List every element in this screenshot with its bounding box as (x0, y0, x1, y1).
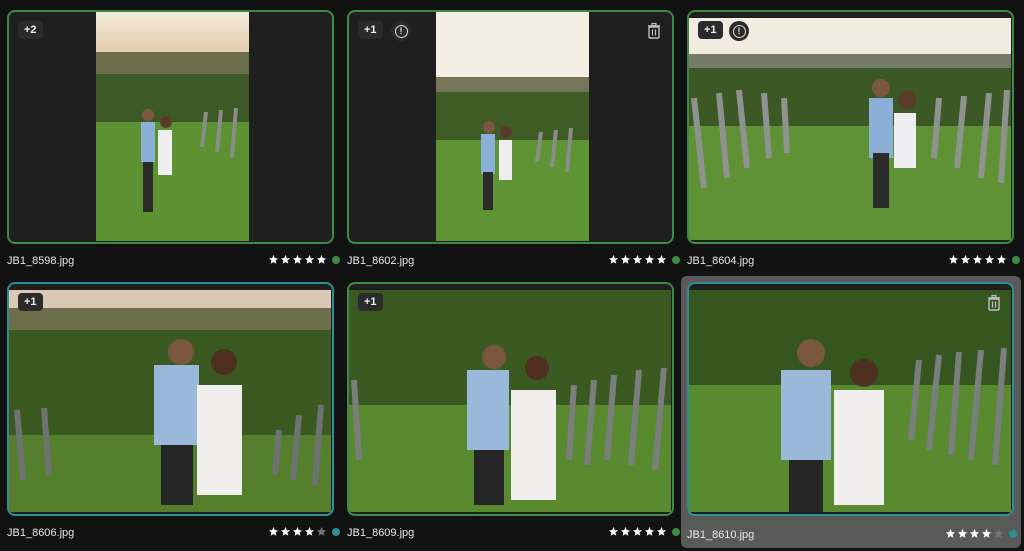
star-filled-icon[interactable] (632, 526, 643, 537)
photo-thumbnail[interactable] (349, 290, 671, 512)
color-label-dot[interactable] (332, 527, 340, 536)
star-rating[interactable] (948, 254, 1020, 265)
color-label-dot[interactable] (1009, 529, 1017, 538)
star-filled-icon[interactable] (945, 528, 956, 539)
star-empty-icon[interactable] (993, 528, 1004, 539)
star-filled-icon[interactable] (292, 254, 303, 265)
photo-cell-selected[interactable]: JB1_8610.jpg (681, 276, 1021, 548)
filename-label: JB1_8609.jpg (347, 527, 415, 539)
stack-count-badge[interactable]: +1 (358, 21, 383, 39)
star-rating[interactable] (268, 254, 340, 265)
photo-frame[interactable]: +1 ! (687, 10, 1014, 244)
star-filled-icon[interactable] (656, 526, 667, 537)
star-rating[interactable] (608, 526, 680, 537)
photo-cell[interactable]: +1 ! JB1_8602.jpg (347, 10, 680, 282)
star-filled-icon[interactable] (972, 254, 983, 265)
star-filled-icon[interactable] (656, 254, 667, 265)
photo-thumbnail-portrait[interactable] (96, 12, 249, 241)
photo-thumbnail-portrait[interactable] (436, 12, 589, 241)
star-filled-icon[interactable] (620, 254, 631, 265)
photo-frame[interactable]: +1 (7, 282, 334, 516)
star-filled-icon[interactable] (268, 254, 279, 265)
star-filled-icon[interactable] (304, 526, 315, 537)
color-label-dot[interactable] (332, 255, 340, 264)
star-filled-icon[interactable] (644, 254, 655, 265)
star-filled-icon[interactable] (981, 528, 992, 539)
photo-frame[interactable]: +1 (347, 282, 674, 516)
star-filled-icon[interactable] (948, 254, 959, 265)
star-filled-icon[interactable] (632, 254, 643, 265)
star-filled-icon[interactable] (268, 526, 279, 537)
photo-thumbnail[interactable] (689, 18, 1011, 240)
photo-cell[interactable]: +2 JB1_8598.jpg (7, 10, 340, 282)
photo-grid: +2 JB1_8598.jpg +1 ! JB1_8602.jpg +1 ! J… (0, 0, 1024, 551)
photo-thumbnail[interactable] (9, 290, 331, 512)
star-filled-icon[interactable] (608, 526, 619, 537)
filename-label: JB1_8604.jpg (687, 255, 755, 267)
star-rating[interactable] (268, 526, 340, 537)
color-label-dot[interactable] (672, 255, 680, 264)
stack-count-badge[interactable]: +1 (18, 293, 43, 311)
stack-count-badge[interactable]: +2 (18, 21, 43, 39)
stack-count-badge[interactable]: +1 (358, 293, 383, 311)
photo-frame[interactable] (687, 282, 1014, 516)
photo-cell[interactable]: +1 JB1_8609.jpg (347, 282, 680, 551)
star-filled-icon[interactable] (960, 254, 971, 265)
star-filled-icon[interactable] (644, 526, 655, 537)
star-filled-icon[interactable] (280, 526, 291, 537)
star-filled-icon[interactable] (957, 528, 968, 539)
star-rating[interactable] (608, 254, 680, 265)
filename-label: JB1_8610.jpg (687, 529, 755, 541)
filename-label: JB1_8602.jpg (347, 255, 415, 267)
star-filled-icon[interactable] (608, 254, 619, 265)
photo-cell[interactable]: +1 ! JB1_8604.jpg (687, 10, 1020, 282)
star-filled-icon[interactable] (292, 526, 303, 537)
star-filled-icon[interactable] (304, 254, 315, 265)
trash-icon[interactable] (986, 294, 1002, 312)
star-filled-icon[interactable] (280, 254, 291, 265)
color-label-dot[interactable] (672, 527, 680, 536)
color-label-dot[interactable] (1012, 255, 1020, 264)
trash-icon[interactable] (646, 22, 662, 40)
stack-count-badge[interactable]: +1 (698, 21, 723, 39)
star-empty-icon[interactable] (316, 526, 327, 537)
star-filled-icon[interactable] (984, 254, 995, 265)
photo-thumbnail[interactable] (689, 290, 1011, 512)
star-filled-icon[interactable] (969, 528, 980, 539)
photo-frame[interactable]: +1 ! (347, 10, 674, 244)
star-filled-icon[interactable] (316, 254, 327, 265)
warning-icon[interactable]: ! (729, 21, 749, 41)
star-filled-icon[interactable] (620, 526, 631, 537)
photo-cell[interactable]: +1 JB1_8606.jpg (7, 282, 340, 551)
filename-label: JB1_8598.jpg (7, 255, 75, 267)
star-rating[interactable] (945, 528, 1017, 539)
warning-icon[interactable]: ! (391, 21, 411, 41)
filename-label: JB1_8606.jpg (7, 527, 75, 539)
photo-frame[interactable]: +2 (7, 10, 334, 244)
star-filled-icon[interactable] (996, 254, 1007, 265)
